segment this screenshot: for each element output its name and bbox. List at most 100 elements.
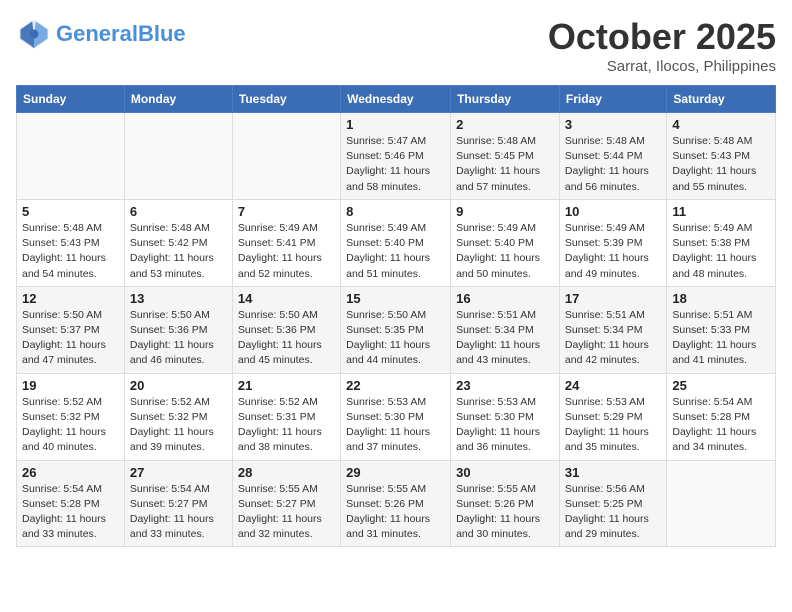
cell-text: Sunrise: 5:51 AMSunset: 5:34 PMDaylight:… <box>565 308 661 369</box>
calendar-cell: 28 Sunrise: 5:55 AMSunset: 5:27 PMDayligh… <box>232 460 340 547</box>
calendar-cell: 23 Sunrise: 5:53 AMSunset: 5:30 PMDayligh… <box>451 373 560 460</box>
weekday-header-friday: Friday <box>559 86 666 113</box>
calendar-cell: 13 Sunrise: 5:50 AMSunset: 5:36 PMDayligh… <box>124 286 232 373</box>
cell-text: Sunrise: 5:50 AMSunset: 5:36 PMDaylight:… <box>130 308 227 369</box>
cell-text: Sunrise: 5:52 AMSunset: 5:32 PMDaylight:… <box>22 395 119 456</box>
cell-text: Sunrise: 5:50 AMSunset: 5:35 PMDaylight:… <box>346 308 445 369</box>
day-number: 23 <box>456 378 554 393</box>
week-row-3: 12Sunrise: 5:50 AMSunset: 5:37 PMDayligh… <box>17 286 776 373</box>
day-number: 8 <box>346 204 445 219</box>
calendar-cell: 7 Sunrise: 5:49 AMSunset: 5:41 PMDaylight… <box>232 199 340 286</box>
day-number: 11 <box>672 204 770 219</box>
day-number: 4 <box>672 117 770 132</box>
cell-text: Sunrise: 5:47 AMSunset: 5:46 PMDaylight:… <box>346 134 445 195</box>
calendar-cell <box>124 113 232 200</box>
cell-text: Sunrise: 5:54 AMSunset: 5:28 PMDaylight:… <box>22 482 119 543</box>
cell-text: Sunrise: 5:48 AMSunset: 5:45 PMDaylight:… <box>456 134 554 195</box>
calendar-cell: 6 Sunrise: 5:48 AMSunset: 5:42 PMDaylight… <box>124 199 232 286</box>
day-number: 26 <box>22 465 119 480</box>
calendar-cell: 19 Sunrise: 5:52 AMSunset: 5:32 PMDayligh… <box>17 373 125 460</box>
calendar-cell: 16Sunrise: 5:51 AMSunset: 5:34 PMDayligh… <box>451 286 560 373</box>
cell-text: Sunrise: 5:51 AMSunset: 5:34 PMDaylight:… <box>456 308 554 369</box>
cell-text: Sunrise: 5:49 AMSunset: 5:38 PMDaylight:… <box>672 221 770 282</box>
calendar-cell: 17 Sunrise: 5:51 AMSunset: 5:34 PMDayligh… <box>559 286 666 373</box>
day-number: 27 <box>130 465 227 480</box>
calendar-cell <box>667 460 776 547</box>
weekday-header-wednesday: Wednesday <box>341 86 451 113</box>
calendar-cell: 26 Sunrise: 5:54 AMSunset: 5:28 PMDayligh… <box>17 460 125 547</box>
day-number: 14 <box>238 291 335 306</box>
cell-text: Sunrise: 5:50 AMSunset: 5:36 PMDaylight:… <box>238 308 335 369</box>
cell-text: Sunrise: 5:53 AMSunset: 5:30 PMDaylight:… <box>456 395 554 456</box>
day-number: 28 <box>238 465 335 480</box>
weekday-header-tuesday: Tuesday <box>232 86 340 113</box>
cell-text: Sunrise: 5:48 AMSunset: 5:43 PMDaylight:… <box>22 221 119 282</box>
day-number: 6 <box>130 204 227 219</box>
calendar-cell: 18 Sunrise: 5:51 AMSunset: 5:33 PMDayligh… <box>667 286 776 373</box>
weekday-header-sunday: Sunday <box>17 86 125 113</box>
cell-text: Sunrise: 5:54 AMSunset: 5:27 PMDaylight:… <box>130 482 227 543</box>
weekday-header-saturday: Saturday <box>667 86 776 113</box>
calendar-cell: 21 Sunrise: 5:52 AMSunset: 5:31 PMDayligh… <box>232 373 340 460</box>
calendar-cell: 15 Sunrise: 5:50 AMSunset: 5:35 PMDayligh… <box>341 286 451 373</box>
cell-text: Sunrise: 5:56 AMSunset: 5:25 PMDaylight:… <box>565 482 661 543</box>
weekday-header-monday: Monday <box>124 86 232 113</box>
cell-text: Sunrise: 5:49 AMSunset: 5:40 PMDaylight:… <box>456 221 554 282</box>
calendar-cell: 9 Sunrise: 5:49 AMSunset: 5:40 PMDaylight… <box>451 199 560 286</box>
calendar-cell: 30Sunrise: 5:55 AMSunset: 5:26 PMDayligh… <box>451 460 560 547</box>
calendar-cell: 3Sunrise: 5:48 AMSunset: 5:44 PMDaylight… <box>559 113 666 200</box>
calendar-cell: 2 Sunrise: 5:48 AMSunset: 5:45 PMDaylight… <box>451 113 560 200</box>
cell-text: Sunrise: 5:52 AMSunset: 5:31 PMDaylight:… <box>238 395 335 456</box>
cell-text: Sunrise: 5:48 AMSunset: 5:43 PMDaylight:… <box>672 134 770 195</box>
cell-text: Sunrise: 5:55 AMSunset: 5:26 PMDaylight:… <box>346 482 445 543</box>
cell-text: Sunrise: 5:49 AMSunset: 5:41 PMDaylight:… <box>238 221 335 282</box>
calendar-cell: 10Sunrise: 5:49 AMSunset: 5:39 PMDayligh… <box>559 199 666 286</box>
day-number: 13 <box>130 291 227 306</box>
day-number: 25 <box>672 378 770 393</box>
logo-text: GeneralBlue <box>56 22 186 46</box>
calendar-cell: 14 Sunrise: 5:50 AMSunset: 5:36 PMDayligh… <box>232 286 340 373</box>
cell-text: Sunrise: 5:51 AMSunset: 5:33 PMDaylight:… <box>672 308 770 369</box>
calendar-cell: 4 Sunrise: 5:48 AMSunset: 5:43 PMDaylight… <box>667 113 776 200</box>
cell-text: Sunrise: 5:49 AMSunset: 5:39 PMDaylight:… <box>565 221 661 282</box>
calendar-cell: 5Sunrise: 5:48 AMSunset: 5:43 PMDaylight… <box>17 199 125 286</box>
cell-text: Sunrise: 5:55 AMSunset: 5:27 PMDaylight:… <box>238 482 335 543</box>
cell-text: Sunrise: 5:52 AMSunset: 5:32 PMDaylight:… <box>130 395 227 456</box>
logo: GeneralBlue <box>16 16 186 52</box>
day-number: 24 <box>565 378 661 393</box>
day-number: 22 <box>346 378 445 393</box>
day-number: 15 <box>346 291 445 306</box>
day-number: 7 <box>238 204 335 219</box>
day-number: 31 <box>565 465 661 480</box>
calendar-cell: 20 Sunrise: 5:52 AMSunset: 5:32 PMDayligh… <box>124 373 232 460</box>
page-header: GeneralBlue October 2025 Sarrat, Ilocos,… <box>16 16 776 75</box>
cell-text: Sunrise: 5:55 AMSunset: 5:26 PMDaylight:… <box>456 482 554 543</box>
week-row-4: 19 Sunrise: 5:52 AMSunset: 5:32 PMDayligh… <box>17 373 776 460</box>
week-row-1: 1Sunrise: 5:47 AMSunset: 5:46 PMDaylight… <box>17 113 776 200</box>
week-row-5: 26 Sunrise: 5:54 AMSunset: 5:28 PMDayligh… <box>17 460 776 547</box>
day-number: 2 <box>456 117 554 132</box>
day-number: 12 <box>22 291 119 306</box>
calendar-cell: 11 Sunrise: 5:49 AMSunset: 5:38 PMDayligh… <box>667 199 776 286</box>
weekday-header-row: SundayMondayTuesdayWednesdayThursdayFrid… <box>17 86 776 113</box>
week-row-2: 5Sunrise: 5:48 AMSunset: 5:43 PMDaylight… <box>17 199 776 286</box>
cell-text: Sunrise: 5:53 AMSunset: 5:30 PMDaylight:… <box>346 395 445 456</box>
day-number: 18 <box>672 291 770 306</box>
logo-line1: General <box>56 21 138 46</box>
day-number: 17 <box>565 291 661 306</box>
cell-text: Sunrise: 5:48 AMSunset: 5:42 PMDaylight:… <box>130 221 227 282</box>
day-number: 21 <box>238 378 335 393</box>
weekday-header-thursday: Thursday <box>451 86 560 113</box>
title-block: October 2025 Sarrat, Ilocos, Philippines <box>548 16 776 75</box>
day-number: 9 <box>456 204 554 219</box>
calendar-cell: 29 Sunrise: 5:55 AMSunset: 5:26 PMDayligh… <box>341 460 451 547</box>
calendar-cell: 12Sunrise: 5:50 AMSunset: 5:37 PMDayligh… <box>17 286 125 373</box>
calendar-cell: 22 Sunrise: 5:53 AMSunset: 5:30 PMDayligh… <box>341 373 451 460</box>
cell-text: Sunrise: 5:54 AMSunset: 5:28 PMDaylight:… <box>672 395 770 456</box>
calendar-cell: 24Sunrise: 5:53 AMSunset: 5:29 PMDayligh… <box>559 373 666 460</box>
day-number: 29 <box>346 465 445 480</box>
day-number: 19 <box>22 378 119 393</box>
logo-icon <box>16 16 52 52</box>
calendar-cell: 1Sunrise: 5:47 AMSunset: 5:46 PMDaylight… <box>341 113 451 200</box>
day-number: 20 <box>130 378 227 393</box>
